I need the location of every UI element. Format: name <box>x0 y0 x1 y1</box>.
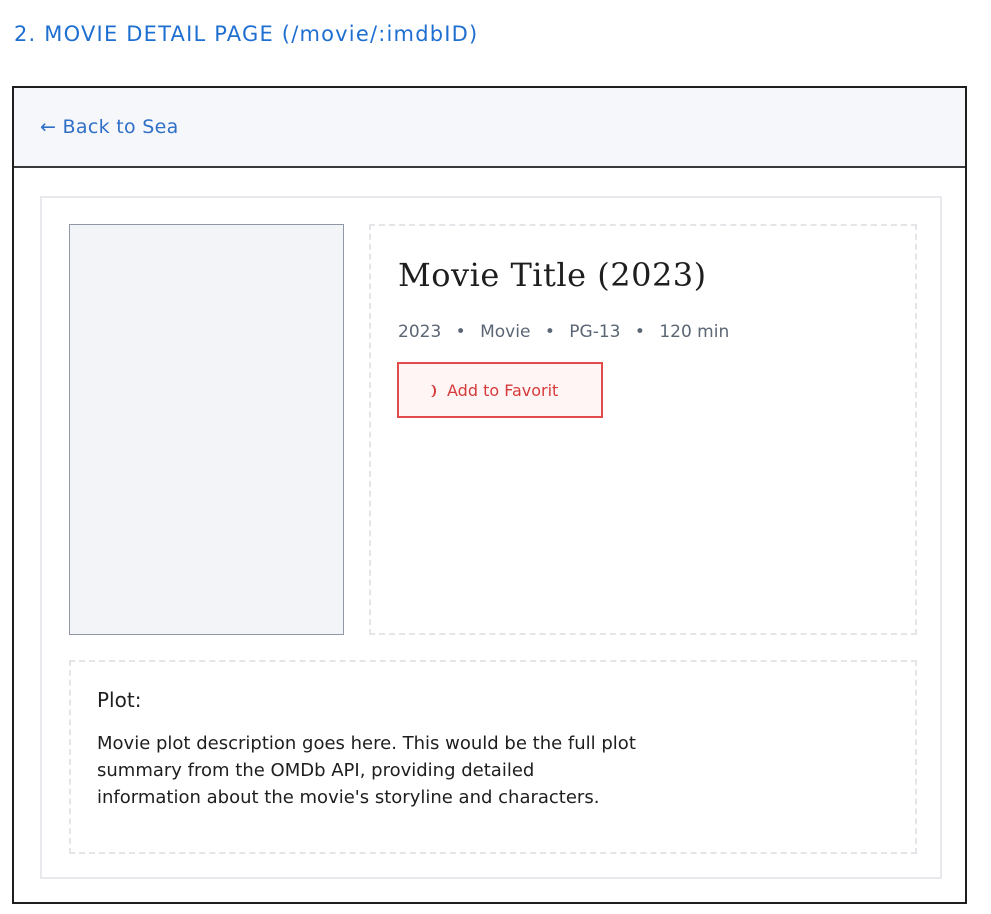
movie-title: Movie Title (2023) <box>398 256 707 294</box>
section-heading: 2. MOVIE DETAIL PAGE (/movie/:imdbID) <box>14 22 479 46</box>
plot-description: Movie plot description goes here. This w… <box>97 733 636 808</box>
movie-type: Movie <box>480 322 531 342</box>
plot-heading: Plot: <box>97 688 142 712</box>
movie-poster <box>69 224 344 635</box>
plot-panel: Plot: Movie plot description goes here. … <box>69 660 917 854</box>
back-to-search-link[interactable]: ← Back to Sea <box>40 116 179 138</box>
add-to-favorites-label: Add to Favorit <box>447 381 559 400</box>
meta-separator: • <box>634 322 645 342</box>
meta-separator: • <box>544 322 555 342</box>
movie-year: 2023 <box>398 322 442 342</box>
movie-detail-card: Movie Title (2023) 2023 • Movie • PG-13 … <box>40 196 942 879</box>
app-header: ← Back to Sea <box>14 88 965 168</box>
movie-runtime: 120 min <box>659 322 730 342</box>
meta-separator: • <box>455 322 466 342</box>
movie-rating: PG-13 <box>569 322 621 342</box>
movie-info-panel: Movie Title (2023) 2023 • Movie • PG-13 … <box>369 224 917 635</box>
heart-icon <box>429 383 439 399</box>
movie-meta: 2023 • Movie • PG-13 • 120 min <box>398 322 729 342</box>
add-to-favorites-button[interactable]: Add to Favorit <box>397 362 603 418</box>
browser-frame: ← Back to Sea Movie Title (2023) 2023 • … <box>12 86 967 904</box>
favorite-button-content: Add to Favorit <box>429 381 558 400</box>
